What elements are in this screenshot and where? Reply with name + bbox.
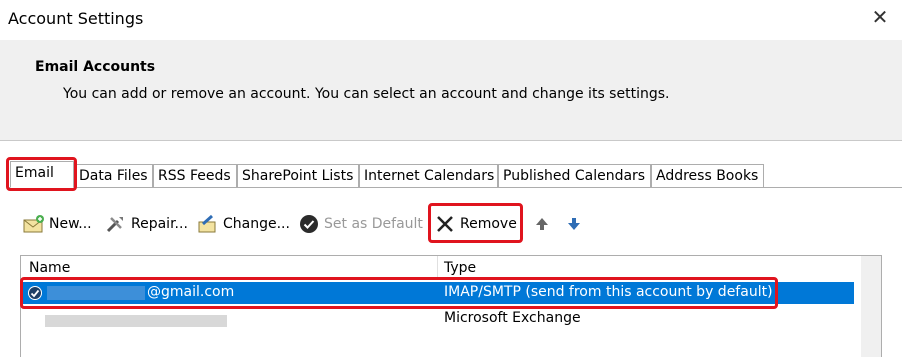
- account-type: Microsoft Exchange: [444, 310, 581, 326]
- column-header-type[interactable]: Type: [444, 260, 476, 276]
- tab-sharepoint-lists[interactable]: SharePoint Lists: [237, 164, 359, 187]
- move-up-button[interactable]: [531, 210, 557, 238]
- close-icon[interactable]: ✕: [870, 7, 890, 27]
- set-default-button[interactable]: Set as Default: [298, 210, 423, 238]
- new-label: New...: [49, 216, 92, 232]
- change-button[interactable]: Change...: [197, 210, 290, 238]
- checkmark-circle-icon: [298, 213, 320, 235]
- highlight-email-tab: [6, 157, 77, 191]
- repair-button[interactable]: Repair...: [105, 210, 188, 238]
- column-header-name[interactable]: Name: [29, 260, 70, 276]
- tools-icon: [105, 213, 127, 235]
- tab-published-calendars[interactable]: Published Calendars: [498, 164, 651, 187]
- tab-strip-line: [8, 187, 902, 188]
- vertical-scrollbar[interactable]: [861, 256, 881, 357]
- table-row[interactable]: Microsoft Exchange: [21, 308, 854, 330]
- section-subtitle: You can add or remove an account. You ca…: [63, 86, 670, 102]
- change-label: Change...: [223, 216, 290, 232]
- highlight-selected-account: [20, 277, 778, 309]
- tab-internet-calendars[interactable]: Internet Calendars: [359, 164, 498, 187]
- repair-label: Repair...: [131, 216, 188, 232]
- arrow-up-icon: [531, 213, 553, 235]
- highlight-remove-button: [428, 203, 523, 243]
- redacted-account-name: [45, 315, 227, 327]
- new-mail-icon: [23, 213, 45, 235]
- arrow-down-icon: [563, 213, 585, 235]
- divider: [0, 140, 902, 141]
- window-title: Account Settings: [8, 9, 144, 28]
- tab-rss-feeds[interactable]: RSS Feeds: [153, 164, 237, 187]
- tab-data-files[interactable]: Data Files: [74, 164, 153, 187]
- set-default-label: Set as Default: [324, 216, 423, 232]
- new-button[interactable]: New...: [23, 210, 92, 238]
- move-down-button[interactable]: [563, 210, 589, 238]
- section-title: Email Accounts: [35, 59, 156, 75]
- change-account-icon: [197, 213, 219, 235]
- tab-address-books[interactable]: Address Books: [651, 164, 764, 187]
